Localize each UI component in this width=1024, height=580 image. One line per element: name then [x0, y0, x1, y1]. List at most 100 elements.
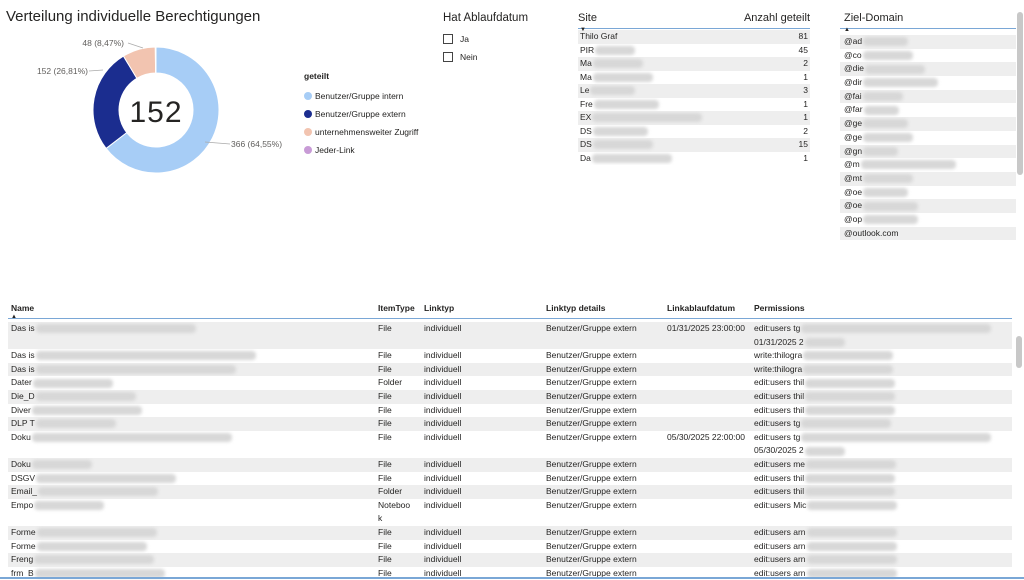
redacted-text [863, 187, 909, 197]
domain-value: @m [844, 159, 860, 170]
site-cell: DS [580, 138, 653, 152]
column-header-ziel-domain[interactable]: Ziel-Domain [844, 12, 903, 26]
column-header-itemtype[interactable]: ItemType [378, 303, 424, 318]
legend-item-jeder-link[interactable]: Jeder-Link [304, 141, 418, 159]
table-row[interactable]: Empo Noteboo k individuell Benutzer/Gruppe e… [8, 499, 1012, 526]
cell-linkablaufdatum: 01/31/2025 23:00:00 [667, 323, 745, 333]
redacted-text [35, 392, 136, 402]
permissions-line: edit:users tg [754, 431, 1012, 445]
site-table-row[interactable]: Ma 2 [578, 57, 810, 71]
domain-table-row[interactable]: @gn [840, 144, 1016, 159]
domain-table-row[interactable]: @ad [840, 35, 1016, 49]
permissions-table-scrollbar[interactable] [1016, 336, 1022, 368]
redacted-text [803, 351, 894, 361]
domain-table-row[interactable]: @far [840, 103, 1016, 117]
domain-table-row[interactable]: @outlook.com [840, 226, 1016, 241]
slicer-option-label: Ja [460, 34, 469, 44]
redacted-text [804, 446, 845, 456]
cell-linkablaufdatum [667, 417, 754, 431]
donut-center-value: 152 [129, 96, 182, 129]
table-row[interactable]: Doku File individuell Benutzer/Gruppe exter… [8, 431, 1012, 458]
domain-table-scrollbar[interactable] [1017, 12, 1023, 175]
sort-descending-icon: ▼ [580, 27, 586, 33]
cell-name: DLP T [8, 417, 378, 431]
cell-linktyp: individuell [424, 554, 462, 565]
table-row[interactable]: Diver File individuell Benutzer/Gruppe exte… [8, 404, 1012, 418]
table-row[interactable]: Das is File individuell Benutzer/Gruppe ext… [8, 362, 1012, 377]
cell-itemtype: Noteboo k [378, 499, 424, 526]
domain-table-row[interactable]: @ge [840, 131, 1016, 145]
site-table-row[interactable]: Le 3 [578, 84, 810, 98]
slicer-option-nein[interactable]: Nein [443, 48, 528, 66]
legend-item-unternehmensweit[interactable]: unternehmensweiter Zugriff [304, 123, 418, 141]
site-table: Site Anzahl geteilt ▼ Thilo Graf 81 PIR 45 M… [578, 12, 810, 165]
column-header-anzahl[interactable]: Anzahl geteilt [744, 12, 810, 26]
redacted-text [863, 105, 899, 115]
donut-chart[interactable]: 152 366 (64,55%) 152 (26,81%) 48 (8,47%) [0, 30, 300, 200]
domain-table-row[interactable]: @dir [840, 76, 1016, 90]
table-row[interactable]: Freng File individuell Benutzer/Gruppe exte… [8, 553, 1012, 567]
redacted-text [592, 140, 653, 150]
cell-linkablaufdatum [667, 553, 754, 567]
table-row[interactable]: DLP T File individuell Benutzer/Gruppe exte… [8, 417, 1012, 431]
permissions-line: edit:users arn [754, 526, 1012, 540]
site-cell: Da [580, 152, 672, 166]
table-row[interactable]: Forme File individuell Benutzer/Gruppe exte… [8, 525, 1012, 540]
redacted-text [31, 460, 92, 470]
itemtype-text: File [378, 458, 392, 469]
site-table-row[interactable]: PIR 45 [578, 44, 810, 58]
domain-table-row[interactable]: @ge [840, 117, 1016, 131]
permissions-line: write:thilogra [754, 349, 1012, 363]
name-text: Doku [11, 458, 31, 469]
site-table-row[interactable]: EX 1 [578, 111, 810, 125]
domain-table-row[interactable]: @m [840, 158, 1016, 172]
table-row[interactable]: Das is File individuell Benutzer/Gruppe ext… [8, 349, 1012, 363]
site-name: DS [580, 125, 592, 136]
site-count: 3 [803, 85, 808, 95]
name-text: Empo [11, 499, 34, 510]
legend-item-extern[interactable]: Benutzer/Gruppe extern [304, 105, 418, 123]
site-table-row[interactable]: Da 1 [578, 152, 810, 166]
site-table-row[interactable]: Fre 1 [578, 98, 810, 112]
site-cell: PIR [580, 44, 636, 58]
domain-table-row[interactable]: @co [840, 49, 1016, 63]
slicer-option-ja[interactable]: Ja [443, 30, 528, 48]
column-header-site[interactable]: Site [578, 12, 597, 26]
column-header-linktyp[interactable]: Linktyp [424, 303, 546, 318]
legend-item-intern[interactable]: Benutzer/Gruppe intern [304, 87, 418, 105]
site-table-row[interactable]: DS 2 [578, 125, 810, 139]
domain-table-row[interactable]: @oe [840, 199, 1016, 213]
site-table-row[interactable]: Ma 1 [578, 71, 810, 85]
table-row[interactable]: Dater Folder individuell Benutzer/Gruppe ex… [8, 376, 1012, 390]
name-text: DLP T [11, 418, 35, 429]
cell-name: Dater [8, 376, 378, 390]
sort-ascending-icon: ▲ [844, 27, 850, 33]
table-row[interactable]: Email_ Folder individuell Benutzer/Gruppe e… [8, 485, 1012, 499]
domain-table-row[interactable]: @op [840, 213, 1016, 227]
table-row[interactable]: Doku File individuell Benutzer/Gruppe exter… [8, 457, 1012, 472]
table-row[interactable]: Forme File individuell Benutzer/Gruppe exte… [8, 540, 1012, 554]
domain-table-row[interactable]: @oe [840, 186, 1016, 200]
table-row[interactable]: DSGV File individuell Benutzer/Gruppe exter… [8, 472, 1012, 486]
column-header-linkablaufdatum[interactable]: Linkablaufdatum [667, 303, 754, 318]
table-row[interactable]: Die_D File individuell Benutzer/Gruppe exte… [8, 389, 1012, 404]
column-header-linktyp-details[interactable]: Linktyp details [546, 303, 667, 318]
table-row[interactable]: Das is File individuell Benutzer/Gruppe ext… [8, 322, 1012, 350]
cell-linktyp: individuell [424, 377, 462, 388]
column-header-name[interactable]: Name [8, 303, 378, 318]
donut-segment-3[interactable] [154, 46, 157, 74]
site-table-row[interactable]: Thilo Graf 81 [578, 30, 810, 44]
redacted-text [31, 405, 142, 415]
redacted-text [806, 460, 897, 470]
checkbox-icon[interactable] [443, 52, 453, 62]
domain-table-row[interactable]: @die [840, 62, 1016, 77]
redacted-text [863, 174, 914, 184]
domain-table-row[interactable]: @fai [840, 89, 1016, 104]
redacted-text [805, 487, 896, 497]
domain-table-row[interactable]: @mt [840, 171, 1016, 186]
column-header-permissions[interactable]: Permissions [754, 303, 1012, 318]
legend-dot-icon [304, 128, 312, 136]
domain-value: @gn [844, 145, 863, 156]
site-table-row[interactable]: DS 15 [578, 138, 810, 152]
checkbox-icon[interactable] [443, 34, 453, 44]
